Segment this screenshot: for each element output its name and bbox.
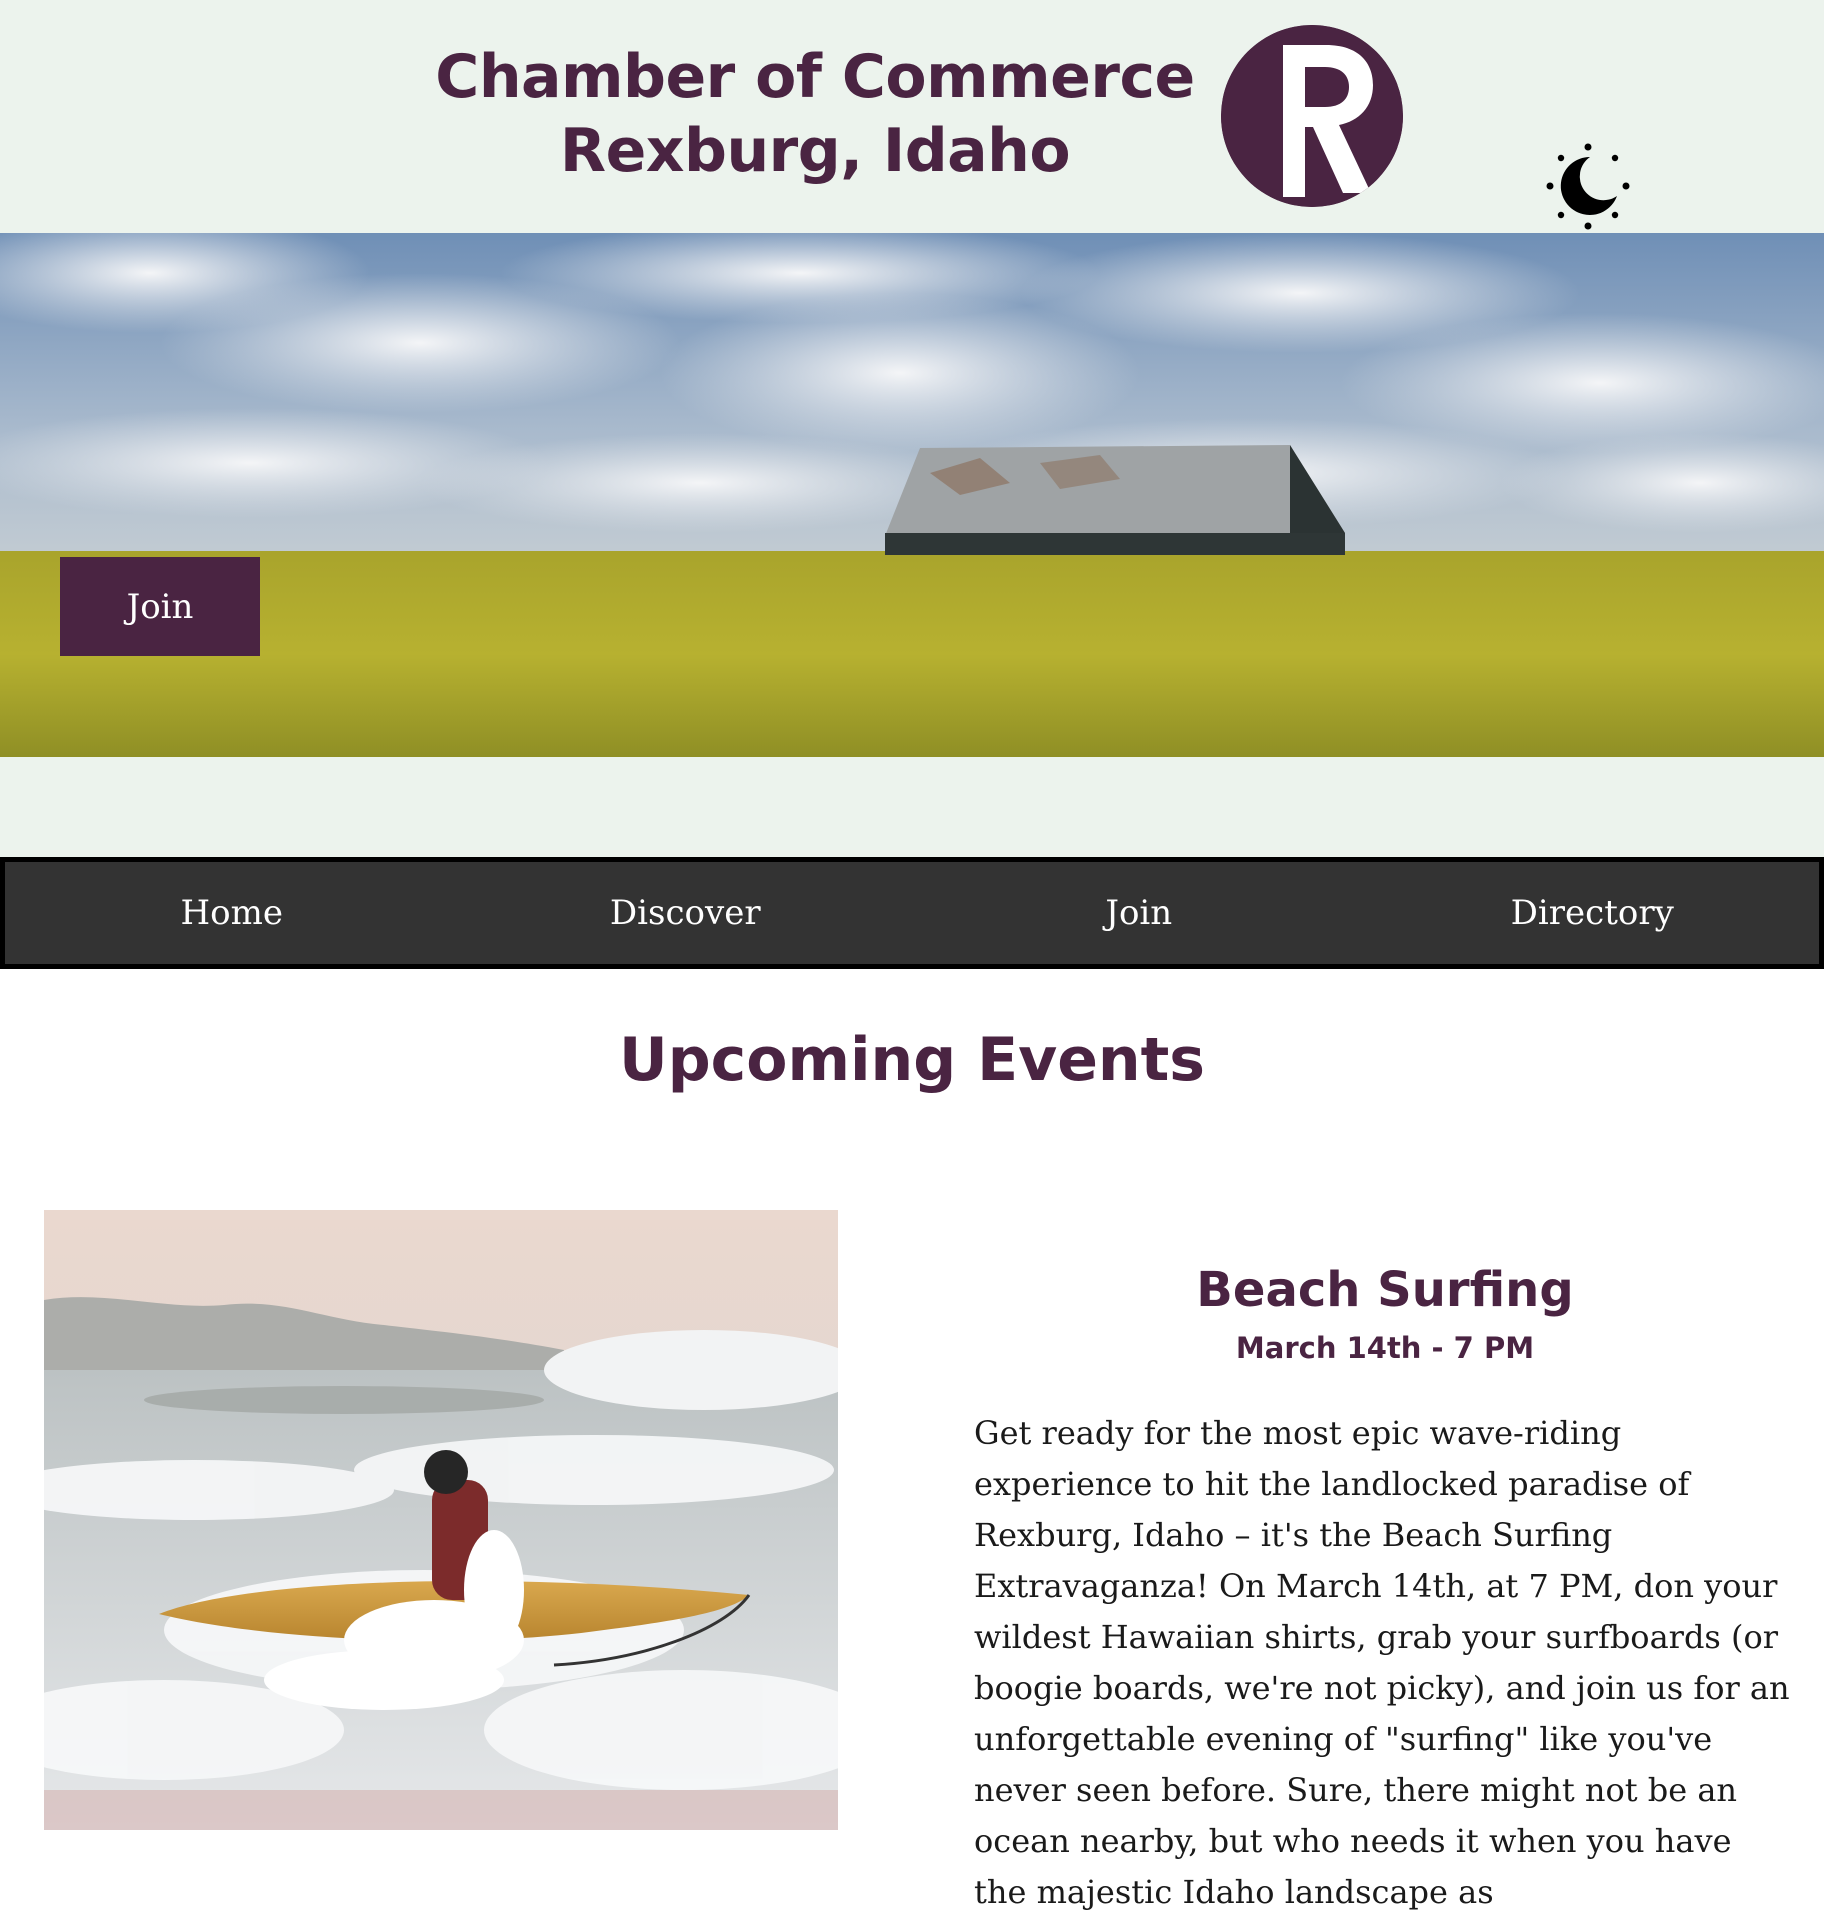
- nav-discover-link[interactable]: Discover: [459, 862, 913, 964]
- site-header: Chamber of Commerce Rexburg, Idaho: [0, 0, 1824, 233]
- logo-r-icon: [1221, 25, 1403, 207]
- site-title-line1: Chamber of Commerce: [435, 42, 1195, 112]
- site-title: Chamber of Commerce Rexburg, Idaho: [380, 40, 1250, 188]
- events-heading: Upcoming Events: [619, 1025, 1205, 1095]
- hero-join-button[interactable]: Join: [60, 557, 260, 656]
- logo: [1221, 25, 1403, 207]
- hero-banner: [0, 233, 1824, 757]
- theme-toggle-button[interactable]: [1546, 140, 1634, 232]
- nav-home-link[interactable]: Home: [5, 862, 459, 964]
- nav-directory-link[interactable]: Directory: [1366, 862, 1820, 964]
- moon-sun-icon: [1546, 143, 1630, 230]
- event-name: Beach Surfing: [1196, 1262, 1574, 1318]
- hero-spacer: [0, 757, 1824, 857]
- event-date: March 14th - 7 PM: [1235, 1331, 1535, 1365]
- main-nav: Home Discover Join Directory: [0, 857, 1824, 969]
- barn-field-image: [0, 233, 1824, 757]
- site-title-line2: Rexburg, Idaho: [559, 116, 1071, 186]
- event-image: [44, 1210, 838, 1830]
- surfer-image: [44, 1210, 838, 1830]
- nav-join-link[interactable]: Join: [912, 862, 1366, 964]
- event-description: Get ready for the most epic wave-riding …: [974, 1414, 1790, 1911]
